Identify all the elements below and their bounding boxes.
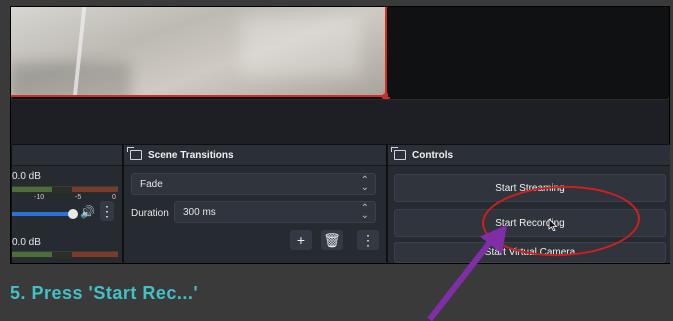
updown-icon[interactable]: ⌃ ⌄ (361, 204, 369, 221)
duration-label: Duration (131, 208, 169, 219)
mouse-cursor-icon (548, 219, 558, 231)
controls-header: Controls (388, 145, 670, 166)
scene-transitions-header: Scene Transitions (124, 145, 386, 166)
volume-meter (12, 186, 118, 193)
volume-slider[interactable] (12, 212, 72, 216)
audio-mixer-panel: 0.0 dB -10 -5 0 🔊 ⋮ 0.0 dB (11, 145, 122, 263)
add-transition-button[interactable]: + (290, 230, 312, 250)
source-bounding-box (385, 7, 387, 97)
tick-label: -10 (34, 194, 45, 201)
volume-slider-knob[interactable] (68, 209, 78, 219)
dock-bar (11, 99, 669, 144)
mixer-db-bottom: 0.0 dB (12, 237, 41, 248)
scene-transitions-title: Scene Transitions (148, 149, 234, 161)
updown-icon: ⌃ ⌄ (360, 175, 369, 193)
dock-icon (127, 147, 142, 160)
duration-field[interactable]: 300 ms ⌃ ⌄ (174, 201, 376, 223)
delete-transition-button[interactable]: 🗑 (321, 230, 343, 250)
duration-value: 300 ms (183, 206, 216, 218)
transition-select[interactable]: Fade ⌃ ⌄ (131, 173, 376, 195)
mixer-header (12, 145, 122, 166)
tutorial-caption: 5. Press 'Start Rec...' (10, 283, 199, 303)
scene-transitions-panel: Scene Transitions Fade ⌃ ⌄ Duration 300 m… (123, 145, 386, 263)
dock-icon (391, 147, 406, 160)
volume-meter (12, 251, 118, 258)
transition-menu-button[interactable]: ⋮ (357, 230, 379, 250)
tick-label: -5 (75, 194, 82, 201)
preview-background (388, 7, 669, 97)
preview-shadow (11, 62, 131, 97)
controls-title: Controls (412, 149, 454, 161)
mixer-db-top: 0.0 dB (12, 171, 41, 182)
preview-highlight (241, 17, 361, 77)
preview-canvas[interactable] (11, 7, 387, 97)
speaker-icon[interactable]: 🔊 (80, 205, 95, 219)
transition-selected: Fade (140, 178, 163, 190)
tick-label: 0 (112, 194, 116, 201)
mixer-menu-button[interactable]: ⋮ (100, 201, 114, 221)
